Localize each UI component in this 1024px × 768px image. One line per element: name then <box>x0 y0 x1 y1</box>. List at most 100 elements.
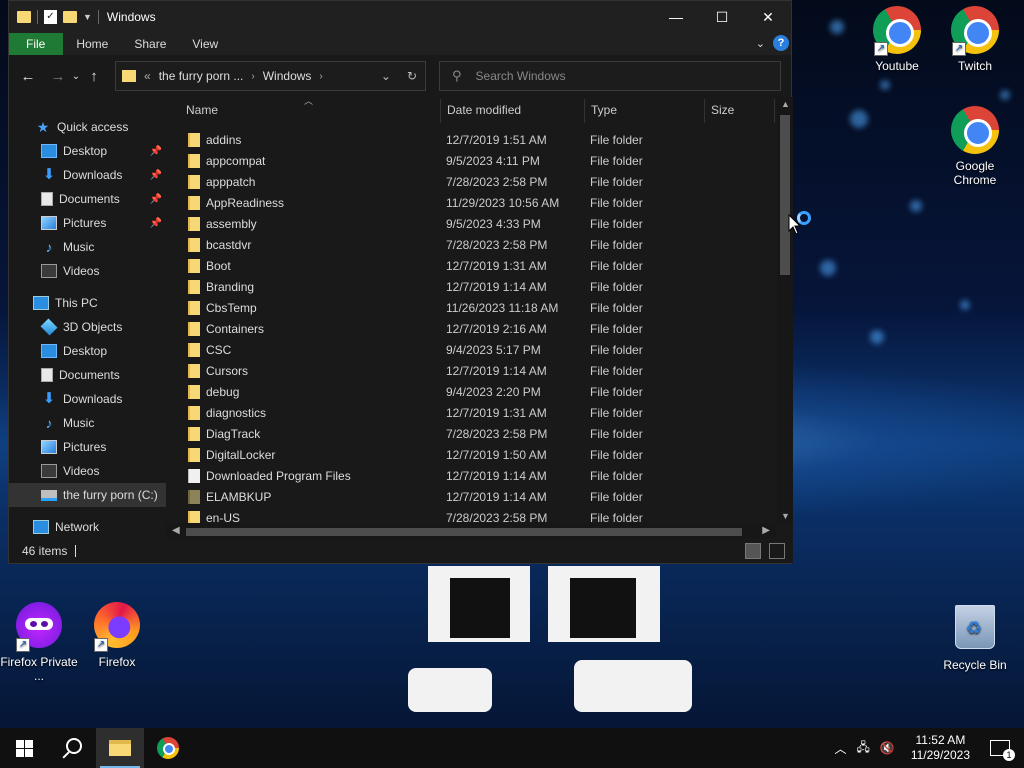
forward-button[interactable]: → <box>47 68 69 85</box>
table-row[interactable]: Containers 12/7/2019 2:16 AM File folder <box>166 318 776 339</box>
breadcrumb-current[interactable]: Windows <box>263 69 312 83</box>
address-history-icon[interactable]: ⌄ <box>381 69 391 83</box>
sidebar-item-this-pc[interactable]: This PC <box>9 291 166 315</box>
network-status-icon[interactable]: 🖧 <box>856 738 869 759</box>
sidebar-item-downloads[interactable]: ⬇ Downloads 📌 <box>9 163 166 187</box>
table-row[interactable]: DiagTrack 7/28/2023 2:58 PM File folder <box>166 423 776 444</box>
desktop-recycle-bin[interactable]: ♻ Recycle Bin <box>936 602 1014 672</box>
scroll-right-icon[interactable]: ▶ <box>762 525 770 536</box>
address-bar[interactable]: « the furry porn ... › Windows › ⌄ ↻ <box>115 61 426 91</box>
taskbar-chrome[interactable] <box>144 728 192 768</box>
chevron-right-icon[interactable]: › <box>319 71 322 82</box>
sidebar-item-desktop[interactable]: Desktop 📌 <box>9 139 166 163</box>
table-row[interactable]: apppatch 7/28/2023 2:58 PM File folder <box>166 171 776 192</box>
column-header-size[interactable]: Size <box>711 103 734 117</box>
clock[interactable]: 11:52 AM 11/29/2023 <box>905 733 976 763</box>
sidebar-item-pictures[interactable]: Pictures <box>9 435 166 459</box>
sidebar-item-documents[interactable]: Documents 📌 <box>9 187 166 211</box>
desktop-shortcut-twitch[interactable]: ↗ Twitch <box>936 6 1014 73</box>
table-row[interactable]: bcastdvr 7/28/2023 2:58 PM File folder <box>166 234 776 255</box>
folder-icon <box>188 154 200 168</box>
details-view-button[interactable] <box>745 543 761 559</box>
desktop-shortcut-youtube[interactable]: ↗ Youtube <box>858 6 936 73</box>
large-icons-view-button[interactable] <box>769 543 785 559</box>
file-rows: addins 12/7/2019 1:51 AM File folder appcom… <box>166 129 776 528</box>
cell-name: Boot <box>206 258 231 273</box>
volume-muted-icon[interactable]: 🔇 <box>880 741 895 755</box>
scrollbar-thumb[interactable] <box>186 528 742 536</box>
search-box[interactable]: ⚲ <box>439 61 781 91</box>
column-header-date[interactable]: Date modified <box>447 103 521 117</box>
up-button[interactable]: ↑ <box>83 68 105 85</box>
breadcrumb-drive[interactable]: the furry porn ... <box>159 69 244 83</box>
sidebar-item-downloads[interactable]: ⬇ Downloads <box>9 387 166 411</box>
taskbar-file-explorer[interactable] <box>96 728 144 768</box>
document-icon <box>188 469 200 483</box>
close-button[interactable]: ✕ <box>745 1 791 33</box>
table-row[interactable]: ELAMBKUP 12/7/2019 1:14 AM File folder <box>166 486 776 507</box>
table-row[interactable]: Branding 12/7/2019 1:14 AM File folder <box>166 276 776 297</box>
sidebar-item-music[interactable]: ♪ Music <box>9 411 166 435</box>
scroll-up-icon[interactable]: ▲ <box>781 99 790 109</box>
cell-name: DiagTrack <box>206 426 261 441</box>
sidebar-item-drive-c[interactable]: the furry porn (C:) <box>9 483 166 507</box>
desktop-shortcut-firefox-private[interactable]: ↗ Firefox Private ... <box>0 602 78 683</box>
table-row[interactable]: addins 12/7/2019 1:51 AM File folder <box>166 129 776 150</box>
expand-ribbon-icon[interactable]: ⌄ <box>756 37 765 50</box>
minimize-button[interactable]: ― <box>653 1 699 33</box>
sidebar-item-3d-objects[interactable]: 3D Objects <box>9 315 166 339</box>
table-row[interactable]: DigitalLocker 12/7/2019 1:50 AM File folde… <box>166 444 776 465</box>
tab-file[interactable]: File <box>9 33 64 55</box>
sidebar-item-videos[interactable]: Videos <box>9 459 166 483</box>
column-header-name[interactable]: Name <box>186 103 218 117</box>
tab-view[interactable]: View <box>179 33 231 55</box>
customize-toolbar-icon[interactable]: ▼ <box>83 12 92 22</box>
taskbar-search-button[interactable] <box>48 728 96 768</box>
sidebar-item-network[interactable]: Network <box>9 515 166 539</box>
properties-icon[interactable]: ✓ <box>44 10 57 24</box>
table-row[interactable]: debug 9/4/2023 2:20 PM File folder <box>166 381 776 402</box>
table-row[interactable]: Cursors 12/7/2019 1:14 AM File folder <box>166 360 776 381</box>
table-row[interactable]: AppReadiness 11/29/2023 10:56 AM File fold… <box>166 192 776 213</box>
folder-icon <box>188 406 200 420</box>
sidebar-item-music[interactable]: ♪ Music <box>9 235 166 259</box>
table-row[interactable]: assembly 9/5/2023 4:33 PM File folder <box>166 213 776 234</box>
table-row[interactable]: appcompat 9/5/2023 4:11 PM File folder <box>166 150 776 171</box>
scroll-left-icon[interactable]: ◀ <box>172 525 180 536</box>
column-header-type[interactable]: Type <box>591 103 617 117</box>
scroll-down-icon[interactable]: ▼ <box>781 511 790 521</box>
recent-locations-icon[interactable]: ⌄ <box>69 71 83 82</box>
breadcrumb-overflow-icon[interactable]: « <box>144 69 151 83</box>
table-row[interactable]: diagnostics 12/7/2019 1:31 AM File folder <box>166 402 776 423</box>
cell-type: File folder <box>590 468 643 483</box>
back-button[interactable]: ← <box>17 68 39 85</box>
action-center-icon[interactable]: 1 <box>990 740 1015 761</box>
sidebar-item-videos[interactable]: Videos <box>9 259 166 283</box>
new-folder-icon[interactable] <box>63 11 77 23</box>
table-row[interactable]: CSC 9/4/2023 5:17 PM File folder <box>166 339 776 360</box>
sidebar-item-pictures[interactable]: Pictures 📌 <box>9 211 166 235</box>
tab-share[interactable]: Share <box>121 33 179 55</box>
maximize-button[interactable]: ☐ <box>699 1 745 33</box>
folder-icon <box>188 217 200 231</box>
refresh-icon[interactable]: ↻ <box>407 69 417 83</box>
chevron-up-icon[interactable]: ︿ <box>834 740 846 757</box>
sidebar-item-documents[interactable]: Documents <box>9 363 166 387</box>
shortcut-arrow-icon: ↗ <box>874 42 888 56</box>
table-row[interactable]: Downloaded Program Files 12/7/2019 1:14 A… <box>166 465 776 486</box>
table-row[interactable]: Boot 12/7/2019 1:31 AM File folder <box>166 255 776 276</box>
scrollbar-thumb[interactable] <box>780 115 790 275</box>
search-input[interactable] <box>475 69 756 83</box>
tab-home[interactable]: Home <box>63 33 121 55</box>
sidebar-item-desktop[interactable]: Desktop <box>9 339 166 363</box>
title-bar[interactable]: ✓ ▼ Windows ― ☐ ✕ <box>9 1 791 33</box>
vertical-scrollbar[interactable]: ▲ ▼ <box>777 97 793 523</box>
table-row[interactable]: CbsTemp 11/26/2023 11:18 AM File folder <box>166 297 776 318</box>
chevron-right-icon[interactable]: › <box>251 71 254 82</box>
desktop-shortcut-google-chrome[interactable]: Google Chrome <box>936 106 1014 187</box>
cell-type: File folder <box>590 153 643 168</box>
start-button[interactable] <box>0 728 48 768</box>
desktop-shortcut-firefox[interactable]: ↗ Firefox <box>78 602 156 669</box>
sidebar-item-quick-access[interactable]: ★ Quick access <box>9 115 166 139</box>
help-icon[interactable]: ? <box>773 35 789 51</box>
